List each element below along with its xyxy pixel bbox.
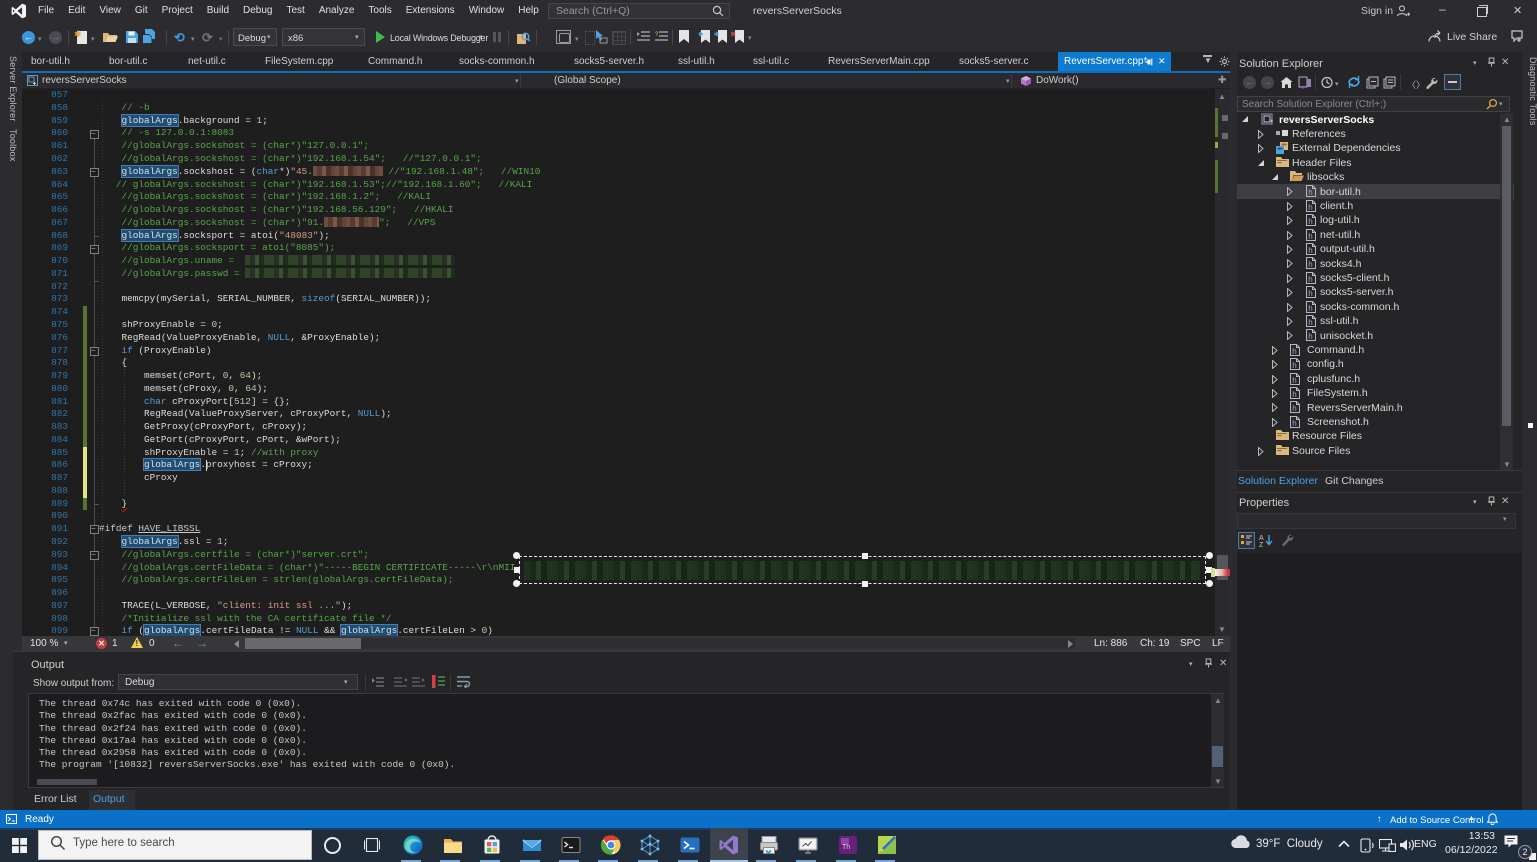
svg-text:h: h (1292, 404, 1296, 413)
svg-text:h: h (1308, 217, 1312, 226)
svg-text:h: h (1308, 275, 1312, 284)
svg-text:h: h (1292, 361, 1296, 370)
svg-text:?: ? (655, 32, 659, 38)
svg-text:h: h (1308, 246, 1312, 255)
svg-text:h: h (1292, 419, 1296, 428)
svg-text:Th: Th (842, 844, 850, 851)
svg-text:h: h (1292, 390, 1296, 399)
svg-text:h: h (1292, 376, 1296, 385)
svg-text:h: h (1308, 260, 1312, 269)
svg-text:h: h (1292, 347, 1296, 356)
svg-text:h: h (1308, 188, 1312, 197)
svg-text:h: h (1308, 318, 1312, 327)
svg-text:h: h (1308, 232, 1312, 241)
svg-text:h: h (1308, 289, 1312, 298)
svg-text:h: h (1308, 304, 1312, 313)
svg-text:A: A (1259, 535, 1264, 542)
svg-text:Z: Z (1259, 542, 1264, 548)
svg-text:h: h (1308, 332, 1312, 341)
svg-text:h: h (1308, 203, 1312, 212)
